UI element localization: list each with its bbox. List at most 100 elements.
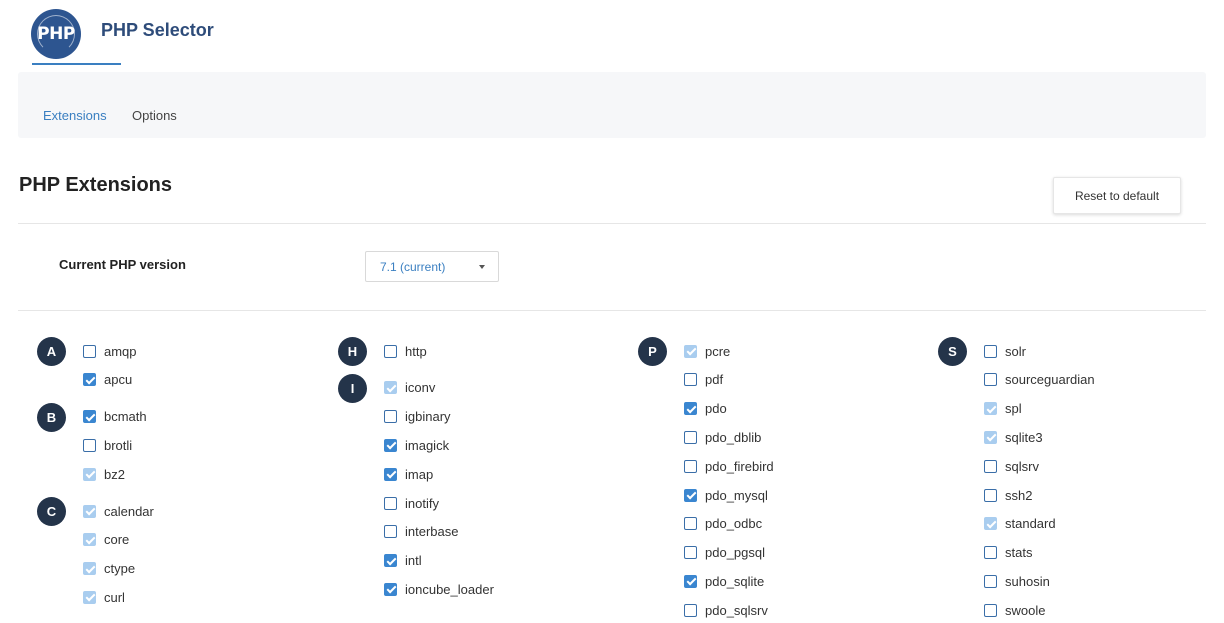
extension-checkbox[interactable] [384, 582, 397, 596]
extension-label: pdo_dblib [705, 429, 762, 445]
extension-label: calendar [104, 503, 154, 519]
extension-checkbox[interactable] [984, 344, 997, 358]
extension-checkbox[interactable] [984, 488, 997, 502]
extension-checkbox[interactable] [984, 603, 997, 617]
extension-intl[interactable]: intl [384, 552, 422, 570]
extension-label: ssh2 [1005, 487, 1033, 503]
extension-bz2[interactable]: bz2 [83, 465, 125, 483]
extension-http[interactable]: http [384, 342, 427, 360]
extension-label: igbinary [405, 409, 451, 425]
group-letter-p: P [638, 337, 667, 366]
extension-ioncube-loader[interactable]: ioncube_loader [384, 580, 494, 598]
extension-imap[interactable]: imap [384, 465, 433, 483]
extension-iconv[interactable]: iconv [384, 379, 435, 397]
extension-label: pdo_mysql [705, 487, 768, 503]
extension-label: bcmath [104, 409, 147, 425]
extension-inotify[interactable]: inotify [384, 494, 439, 512]
extension-checkbox[interactable] [684, 546, 697, 560]
extension-checkbox[interactable] [384, 525, 397, 539]
extension-checkbox[interactable] [984, 402, 997, 416]
extension-checkbox[interactable] [984, 459, 997, 473]
extension-suhosin[interactable]: suhosin [984, 572, 1050, 590]
extension-checkbox[interactable] [384, 381, 397, 395]
extension-label: iconv [405, 380, 436, 396]
extension-pdo-sqlsrv[interactable]: pdo_sqlsrv [684, 601, 768, 619]
extension-checkbox[interactable] [83, 467, 96, 481]
extension-checkbox[interactable] [984, 546, 997, 560]
extension-checkbox[interactable] [684, 373, 697, 387]
extension-brotli[interactable]: brotli [83, 436, 132, 454]
extension-apcu[interactable]: apcu [83, 371, 132, 389]
extension-checkbox[interactable] [384, 554, 397, 568]
extension-label: solr [1005, 343, 1026, 359]
extension-checkbox[interactable] [984, 517, 997, 531]
extension-imagick[interactable]: imagick [384, 436, 449, 454]
extension-checkbox[interactable] [384, 438, 397, 452]
extension-standard[interactable]: standard [984, 515, 1056, 533]
extension-pdf[interactable]: pdf [684, 371, 723, 389]
extension-bcmath[interactable]: bcmath [83, 408, 147, 426]
extension-label: pdo_firebird [705, 458, 774, 474]
extension-checkbox[interactable] [684, 402, 697, 416]
extension-calendar[interactable]: calendar [83, 502, 154, 520]
extension-checkbox[interactable] [684, 430, 697, 444]
extension-pdo-odbc[interactable]: pdo_odbc [684, 515, 762, 533]
group-letter-i: I [338, 373, 367, 403]
extension-solr[interactable]: solr [984, 342, 1026, 360]
extension-checkbox[interactable] [684, 574, 697, 588]
group-letter-h: H [338, 337, 367, 366]
extension-label: pdo_sqlsrv [705, 602, 768, 618]
extension-ctype[interactable]: ctype [83, 560, 135, 578]
extension-amqp[interactable]: amqp [83, 342, 137, 360]
extension-checkbox[interactable] [83, 504, 96, 518]
extension-checkbox[interactable] [83, 438, 96, 452]
extension-checkbox[interactable] [83, 373, 96, 387]
extension-interbase[interactable]: interbase [384, 523, 458, 541]
extension-checkbox[interactable] [83, 562, 96, 576]
extension-checkbox[interactable] [83, 590, 96, 604]
extension-checkbox[interactable] [984, 373, 997, 387]
extension-label: ioncube_loader [405, 581, 494, 597]
extension-label: stats [1005, 545, 1033, 561]
extension-pdo-mysql[interactable]: pdo_mysql [684, 486, 768, 504]
extension-checkbox[interactable] [684, 517, 697, 531]
extension-label: pcre [705, 343, 731, 359]
group-letter-c: C [37, 497, 66, 526]
extension-checkbox[interactable] [984, 430, 997, 444]
extension-igbinary[interactable]: igbinary [384, 408, 451, 426]
extension-label: apcu [104, 372, 133, 388]
extension-sqlsrv[interactable]: sqlsrv [984, 457, 1039, 475]
extension-label: http [405, 343, 427, 359]
extension-sourceguardian[interactable]: sourceguardian [984, 371, 1095, 389]
extension-curl[interactable]: curl [83, 588, 125, 606]
extension-checkbox[interactable] [384, 496, 397, 510]
extension-spl[interactable]: spl [984, 400, 1022, 418]
extension-stats[interactable]: stats [984, 544, 1032, 562]
extension-pdo[interactable]: pdo [684, 400, 727, 418]
extension-pdo-pgsql[interactable]: pdo_pgsql [684, 544, 765, 562]
extension-checkbox[interactable] [384, 467, 397, 481]
extension-checkbox[interactable] [684, 603, 697, 617]
extension-pdo-dblib[interactable]: pdo_dblib [684, 428, 761, 446]
extension-checkbox[interactable] [984, 574, 997, 588]
extension-label: standard [1005, 516, 1056, 532]
extension-label: bz2 [104, 466, 125, 482]
extension-swoole[interactable]: swoole [984, 601, 1045, 619]
extension-checkbox[interactable] [83, 344, 96, 358]
extension-label: imap [405, 466, 434, 482]
extension-label: inotify [405, 495, 439, 511]
extension-checkbox[interactable] [684, 344, 697, 358]
extension-checkbox[interactable] [684, 488, 697, 502]
extension-checkbox[interactable] [83, 410, 96, 424]
extension-checkbox[interactable] [384, 344, 397, 358]
extension-pcre[interactable]: pcre [684, 342, 730, 360]
extension-checkbox[interactable] [384, 410, 397, 424]
extension-checkbox[interactable] [684, 459, 697, 473]
extension-label: pdo_odbc [705, 516, 763, 532]
extension-pdo-firebird[interactable]: pdo_firebird [684, 457, 774, 475]
extension-sqlite3[interactable]: sqlite3 [984, 428, 1043, 446]
extension-ssh2[interactable]: ssh2 [984, 486, 1032, 504]
extension-pdo-sqlite[interactable]: pdo_sqlite [684, 572, 764, 590]
extension-core[interactable]: core [83, 531, 129, 549]
extension-checkbox[interactable] [83, 533, 96, 547]
